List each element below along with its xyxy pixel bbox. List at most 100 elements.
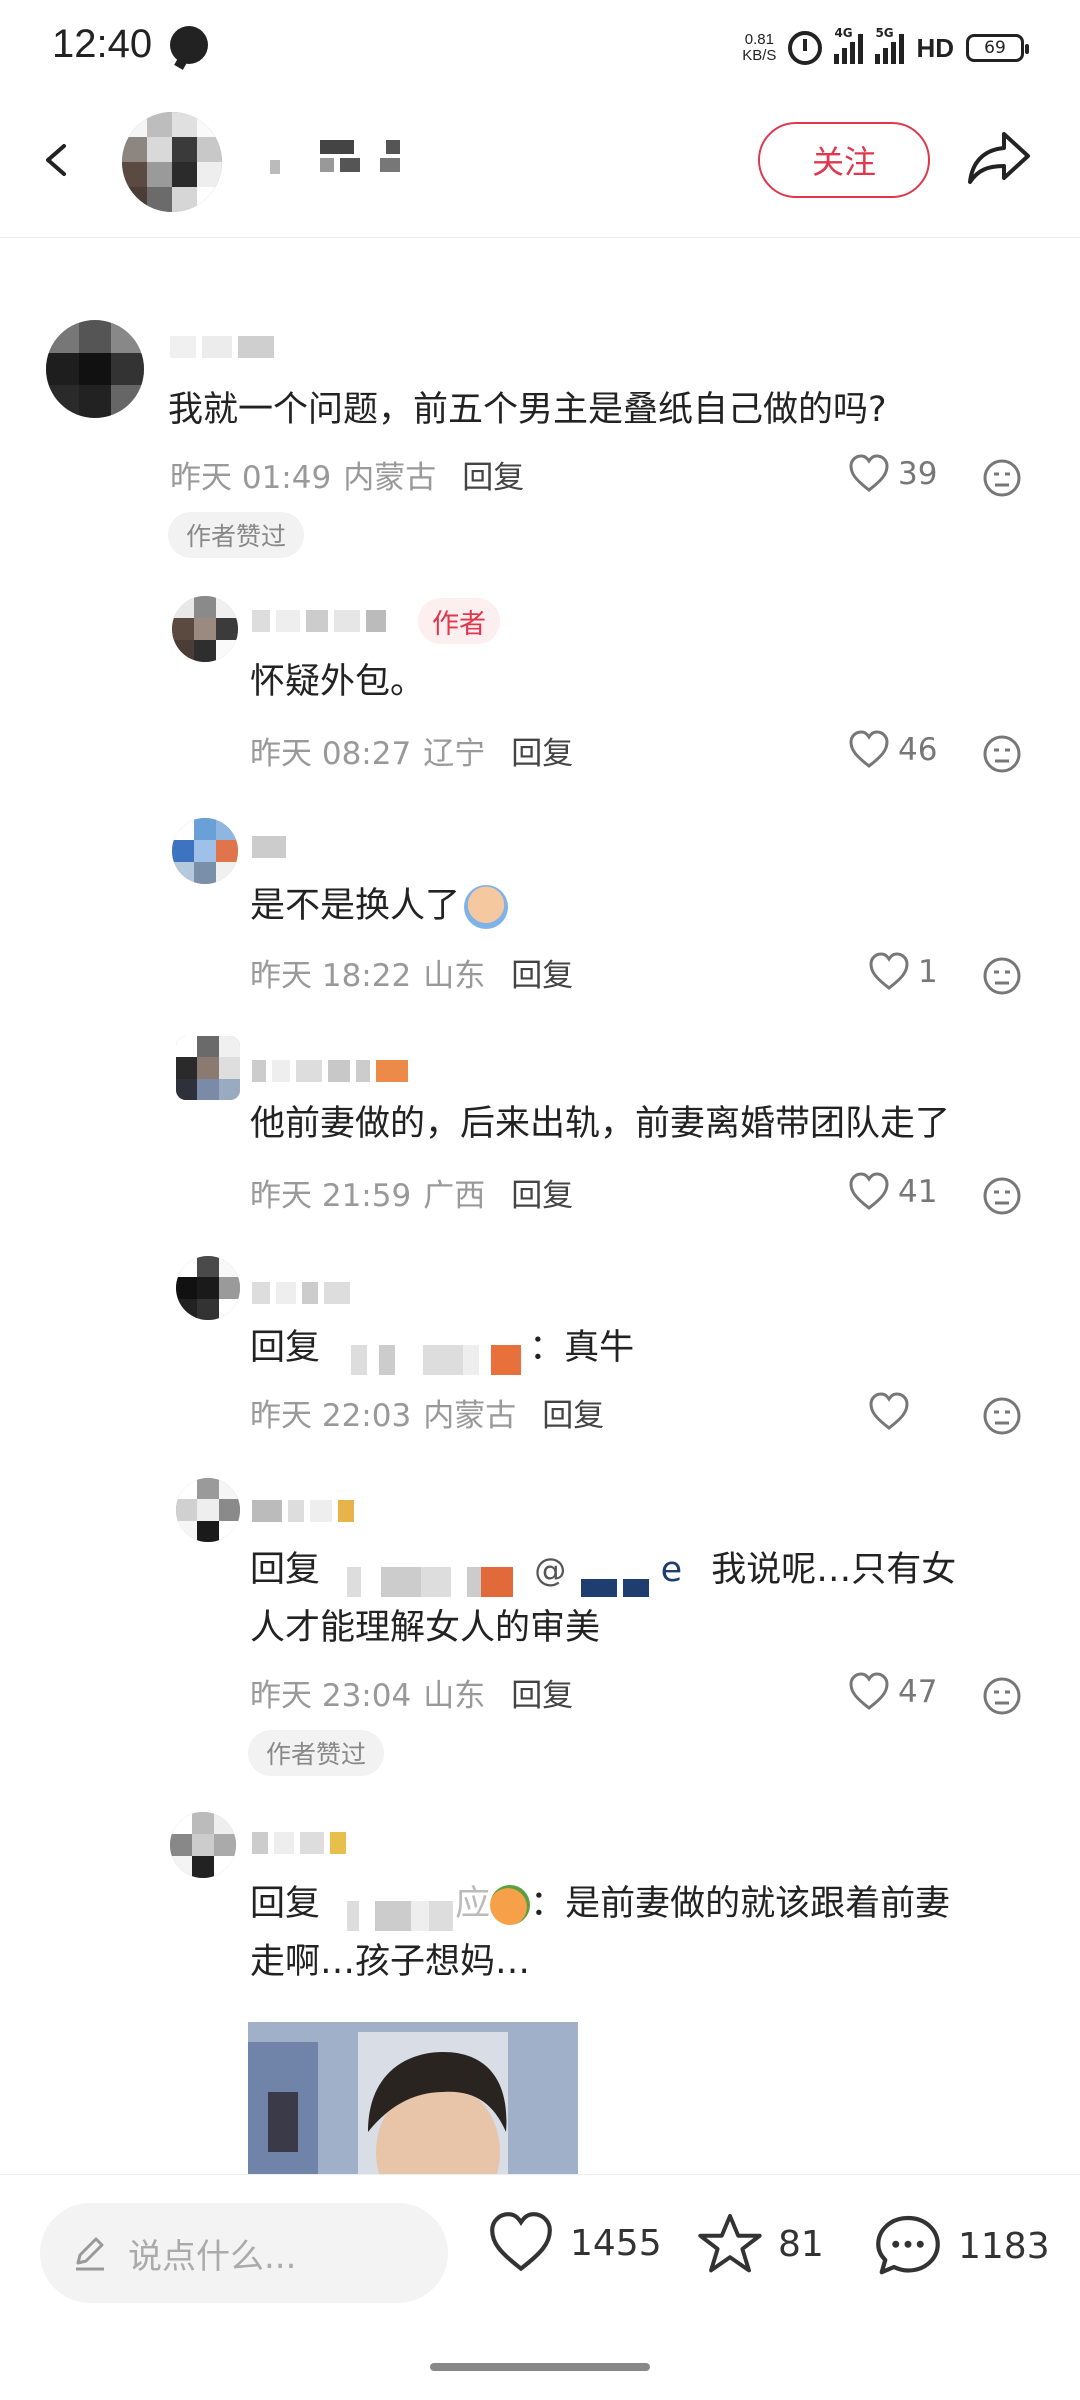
comment-location: 内蒙古 (343, 460, 437, 496)
comment-time: 昨天 21:59 (250, 1178, 412, 1214)
comment-text: 回复 ：真牛 (250, 1318, 634, 1378)
comment-text: 怀疑外包。 (250, 662, 426, 702)
dislike-icon[interactable] (982, 1176, 1022, 1216)
reply-button[interactable]: 回复 (511, 1170, 573, 1215)
dislike-icon[interactable] (982, 734, 1022, 774)
commenter-name-redacted[interactable] (252, 1054, 408, 1088)
mentioned-user-redacted[interactable] (347, 1556, 514, 1597)
like-button[interactable]: 39 (848, 454, 937, 494)
like-count: 41 (898, 1174, 938, 1210)
heart-icon (869, 952, 909, 990)
like-button[interactable]: 41 (848, 1172, 937, 1212)
comment-image[interactable] (248, 2022, 578, 2180)
comment-time: 昨天 08:27 (250, 736, 412, 772)
like-button[interactable]: 46 (848, 730, 937, 770)
comment-meta: 昨天 23:04 山东 回复 (250, 1670, 573, 1715)
comment-location: 内蒙古 (423, 1398, 517, 1434)
home-indicator[interactable] (430, 2363, 650, 2371)
commenter-avatar[interactable] (176, 1036, 240, 1100)
star-icon (698, 2213, 762, 2273)
reply-button[interactable]: 回复 (462, 452, 524, 497)
heart-icon (490, 2212, 552, 2272)
like-count: 47 (898, 1674, 938, 1710)
signal-4g-icon: 4G (834, 26, 864, 64)
author-avatar[interactable] (122, 112, 222, 212)
mention-tail[interactable]: e (661, 1550, 683, 1590)
commenter-name-redacted[interactable] (252, 604, 386, 638)
mentioned-user-redacted[interactable] (347, 1890, 454, 1931)
reply-button[interactable]: 回复 (511, 728, 573, 773)
commenter-name-redacted[interactable] (252, 1276, 350, 1310)
commenter-avatar[interactable] (176, 1256, 240, 1320)
heart-icon (869, 1392, 909, 1430)
hd-icon: HD (916, 32, 954, 63)
mention-prefix[interactable]: @ (534, 1551, 566, 1589)
reply-button[interactable]: 回复 (542, 1390, 604, 1435)
dislike-icon[interactable] (982, 458, 1022, 498)
comment-meta: 昨天 21:59 广西 回复 (250, 1170, 573, 1215)
commenter-avatar[interactable] (172, 818, 238, 884)
like-count: 39 (898, 456, 938, 492)
comment-text-line2: 人才能理解女人的审美 (250, 1608, 601, 1648)
reply-button[interactable]: 回复 (511, 1670, 573, 1715)
reply-button[interactable]: 回复 (511, 950, 573, 995)
like-count: 1 (918, 954, 938, 990)
comment-time: 昨天 23:04 (250, 1678, 412, 1714)
post-comment-count: 1183 (958, 2225, 1050, 2267)
comment-meta: 昨天 18:22 山东 回复 (250, 950, 573, 995)
like-button[interactable]: 47 (848, 1672, 937, 1712)
commenter-avatar[interactable] (176, 1478, 240, 1542)
like-post-button[interactable]: 1455 (486, 2211, 662, 2275)
author-liked-badge: 作者赞过 (168, 512, 305, 558)
author-name-redacted[interactable] (270, 134, 420, 184)
heart-icon (849, 454, 889, 492)
back-icon[interactable] (40, 142, 76, 178)
author-tag: 作者 (418, 598, 500, 644)
commenter-avatar[interactable] (170, 1812, 236, 1878)
comment-meta: 昨天 22:03 内蒙古 回复 (250, 1390, 604, 1435)
comment-text: 他前妻做的，后来出轨，前妻离婚带团队走了 (250, 1104, 951, 1144)
dislike-icon[interactable] (982, 1396, 1022, 1436)
mentioned-user-redacted[interactable] (351, 1334, 522, 1375)
comment-post-button[interactable]: 1183 (872, 2211, 1050, 2281)
mention-link-redacted[interactable] (581, 1556, 650, 1597)
commenter-avatar[interactable] (172, 596, 238, 662)
heart-icon (849, 1672, 889, 1710)
comment-location: 广西 (423, 1178, 486, 1214)
comment-meta: 昨天 01:49 内蒙古 回复 (170, 452, 524, 497)
follow-button[interactable]: 关注 (758, 122, 930, 198)
comment-text: 是不是换人了 (250, 876, 509, 936)
comment-text: 回复 应：是前妻做的就该跟着前妻 (250, 1874, 950, 1934)
commenter-name-redacted[interactable] (170, 330, 274, 364)
header: 关注 (0, 90, 1080, 238)
like-button[interactable] (868, 1392, 918, 1432)
like-button[interactable]: 1 (868, 952, 938, 992)
comment-text: 我就一个问题，前五个男主是叠纸自己做的吗? (168, 390, 887, 430)
status-icons: 0.81 KB/S 4G 5G HD 69 (742, 26, 1029, 68)
comment-input-placeholder: 说点什么... (128, 2236, 297, 2277)
favorite-post-button[interactable]: 81 (696, 2211, 824, 2277)
post-favorite-count: 81 (778, 2223, 824, 2265)
share-icon[interactable] (966, 128, 1032, 188)
battery-icon: 69 (966, 34, 1029, 62)
comment-meta: 昨天 08:27 辽宁 回复 (250, 728, 573, 773)
signal-5g-icon: 5G (875, 26, 905, 64)
commenter-name-redacted[interactable] (252, 1494, 354, 1528)
comment-location: 山东 (423, 1678, 486, 1714)
comment-location: 辽宁 (423, 736, 486, 772)
commenter-avatar[interactable] (46, 320, 144, 418)
bottom-action-bar: 说点什么... 1455 81 1183 (0, 2174, 1080, 2400)
comment-time: 昨天 22:03 (250, 1398, 412, 1434)
author-liked-badge: 作者赞过 (248, 1730, 385, 1776)
commenter-name-redacted[interactable] (252, 1826, 346, 1860)
comment-time: 昨天 01:49 (170, 460, 332, 496)
peach-emoji-icon (490, 1885, 531, 1925)
dislike-icon[interactable] (982, 1676, 1022, 1716)
alarm-icon (788, 31, 823, 65)
like-count: 46 (898, 732, 938, 768)
comment-input[interactable]: 说点什么... (40, 2203, 448, 2303)
heart-icon (849, 1172, 889, 1210)
dislike-icon[interactable] (982, 956, 1022, 996)
commenter-name-redacted[interactable] (252, 830, 286, 864)
crying-emoji-icon (464, 885, 509, 929)
